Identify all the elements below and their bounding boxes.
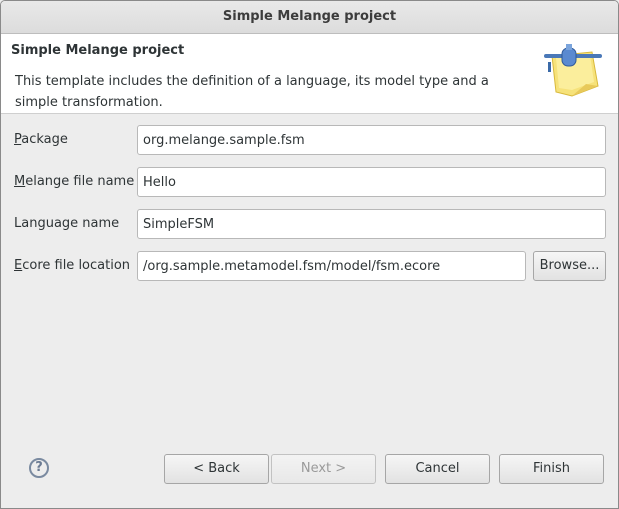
page-title: Simple Melange project — [11, 43, 185, 58]
help-icon[interactable]: ? — [29, 458, 49, 478]
package-row: Package — [1, 125, 618, 155]
language-name-label: Language name — [14, 216, 120, 231]
cancel-button[interactable]: Cancel — [385, 454, 490, 484]
package-input[interactable] — [137, 125, 606, 155]
ecore-file-location-input[interactable] — [137, 251, 526, 281]
browse-button[interactable]: Browse... — [533, 251, 606, 281]
package-label: Package — [14, 132, 68, 147]
melange-file-name-input[interactable] — [137, 167, 606, 197]
ecore-file-location-label: Ecore file location — [14, 258, 131, 273]
melange-file-name-row: Melange file name — [1, 167, 618, 197]
ecore-file-location-row: Ecore file location Browse... — [1, 251, 618, 281]
page-description: This template includes the definition of… — [15, 74, 489, 110]
melange-file-name-label: Melange file name — [14, 174, 135, 189]
window-title: Simple Melange project — [1, 1, 618, 34]
wizard-dialog: Simple Melange project Simple Melange pr… — [0, 0, 619, 509]
language-name-input[interactable] — [137, 209, 606, 239]
back-button[interactable]: < Back — [164, 454, 269, 484]
next-button[interactable]: Next > — [271, 454, 376, 484]
language-name-row: Language name — [1, 209, 618, 239]
plugin-plug-icon — [544, 44, 602, 97]
finish-button[interactable]: Finish — [499, 454, 604, 484]
wizard-banner: Simple Melange project This template inc… — [1, 34, 618, 114]
